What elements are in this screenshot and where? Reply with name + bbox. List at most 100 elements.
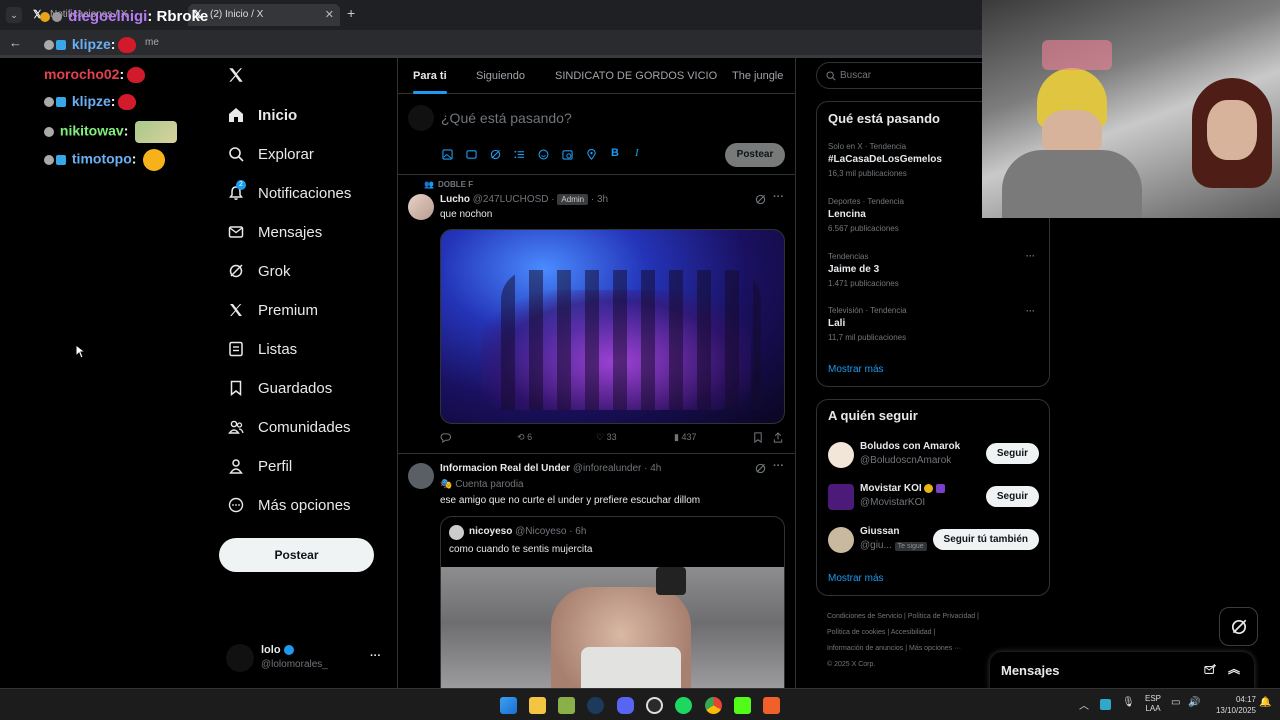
volume-icon[interactable]: 🔊 (1188, 697, 1200, 708)
reply-icon[interactable] (440, 432, 451, 443)
post-text: que nochon (440, 209, 493, 220)
schedule-icon[interactable] (562, 149, 573, 160)
author-name[interactable]: Informacion Real del Under (440, 463, 570, 474)
more-dots-icon[interactable]: ··· (1026, 306, 1035, 316)
location-icon[interactable] (586, 149, 597, 160)
nav-item-more[interactable]: Más opciones (228, 490, 398, 520)
tab-sindicato[interactable]: SINDICATO DE GORDOS VICIO (555, 58, 717, 94)
bold-icon[interactable]: B (611, 147, 619, 159)
like-button[interactable]: ♡ 33 (596, 432, 617, 443)
follow-button[interactable]: Seguir (985, 443, 1039, 464)
nav-item-notifications[interactable]: 2 Notificaciones (228, 178, 398, 208)
microphone-icon[interactable]: 🎙 (1122, 697, 1135, 708)
frog-emote-icon (135, 121, 178, 143)
grok-icon[interactable] (755, 463, 766, 474)
nav-item-bookmarks[interactable]: Guardados (228, 373, 398, 403)
poll-icon[interactable] (514, 149, 525, 160)
trend-item[interactable]: Tendencias Jaime de 3 1.471 publicacione… (828, 252, 1038, 288)
author-handle: @inforealunder (572, 463, 642, 474)
grok-icon[interactable] (755, 194, 766, 205)
tray-chevron-icon[interactable]: ︿ (1079, 697, 1089, 712)
compose-post-button[interactable]: Postear (725, 143, 785, 167)
language-indicator[interactable]: ESP LAA (1145, 694, 1161, 714)
bell-icon: 2 (228, 180, 246, 201)
post[interactable]: 👥 DOBLE F Lucho @247LUCHOSD · Admin · 3h … (398, 176, 795, 454)
network-icon[interactable]: ▭ (1171, 697, 1180, 708)
browser-tab-home[interactable]: 𝕏 (2) Inicio / X ✕ (188, 4, 340, 26)
feed-tabs: Para ti Siguiendo SINDICATO DE GORDOS VI… (397, 58, 796, 94)
tray-app-icon[interactable] (1100, 699, 1111, 710)
composer-toolbar: B I (442, 147, 662, 163)
nav-item-lists[interactable]: Listas (228, 334, 398, 364)
author-name[interactable]: Lucho (440, 194, 470, 205)
views-button[interactable]: ▮ 437 (674, 432, 697, 443)
more-dots-icon[interactable]: ··· (773, 191, 784, 203)
gif-icon[interactable] (466, 149, 477, 160)
quoted-image[interactable] (441, 567, 784, 688)
nav-item-home[interactable]: Inicio (228, 100, 398, 130)
nav-item-grok[interactable]: Grok (228, 256, 398, 286)
grok-floating-button[interactable] (1219, 607, 1258, 646)
account-switcher[interactable]: lolo @lolomorales_ ··· (226, 642, 386, 676)
nav-item-premium[interactable]: Premium (228, 295, 398, 325)
italic-icon[interactable]: I (635, 147, 639, 159)
chrome-icon[interactable] (705, 697, 722, 714)
tab-siguiendo[interactable]: Siguiendo (476, 58, 525, 94)
trends-title: Qué está pasando (828, 111, 940, 126)
bookmark-icon[interactable] (753, 432, 763, 443)
notification-center-icon[interactable]: 🔔 (1259, 697, 1271, 708)
windows-taskbar: ︿ 🎙 ESP LAA ▭ 🔊 04:17 13/10/2025 🔔 (0, 688, 1280, 720)
emoji-icon[interactable] (538, 149, 549, 160)
compose-input[interactable]: ¿Qué está pasando? (441, 110, 572, 126)
spotify-icon[interactable] (675, 697, 692, 714)
messages-drawer[interactable]: Mensajes ︽ (990, 652, 1254, 690)
start-button-icon[interactable] (500, 697, 517, 714)
x-icon (228, 302, 244, 318)
follow-button[interactable]: Seguir (985, 486, 1039, 507)
nav-item-profile[interactable]: Perfil (228, 451, 398, 481)
repost-button[interactable]: ⟲ 6 (517, 432, 532, 443)
trends-show-more-link[interactable]: Mostrar más (828, 364, 884, 375)
image-icon[interactable] (442, 149, 453, 160)
more-dots-icon[interactable]: ··· (1026, 251, 1035, 261)
grok-icon[interactable] (490, 149, 501, 160)
app-icon[interactable] (558, 697, 575, 714)
tab-list-dropdown[interactable]: ⌄ (6, 7, 22, 23)
avatar[interactable] (408, 463, 434, 489)
follow-show-more-link[interactable]: Mostrar más (828, 573, 884, 584)
discord-icon[interactable] (617, 697, 634, 714)
account-handle: @lolomorales_ (261, 659, 328, 670)
more-dots-icon[interactable]: ··· (773, 460, 784, 472)
kick-icon[interactable] (734, 697, 751, 714)
nav-item-communities[interactable]: Comunidades (228, 412, 398, 442)
share-icon[interactable] (773, 432, 783, 443)
brave-icon[interactable] (763, 697, 780, 714)
x-logo-icon[interactable] (227, 66, 245, 84)
back-arrow-icon[interactable]: ← (9, 35, 22, 50)
follow-back-button[interactable]: Seguir tú también (932, 529, 1039, 550)
post-button[interactable]: Postear (219, 538, 374, 572)
close-tab-icon[interactable]: ✕ (325, 4, 334, 26)
nav-item-messages[interactable]: Mensajes (228, 217, 398, 247)
new-tab-button[interactable]: + (347, 5, 355, 21)
list-icon (228, 341, 244, 357)
messages-drawer-title: Mensajes (1001, 663, 1060, 678)
tab-para-ti[interactable]: Para ti (413, 58, 447, 94)
quoted-post[interactable]: nicoyeso @Nicoyeso · 6h como cuando te s… (440, 516, 785, 688)
obs-icon[interactable] (646, 697, 663, 714)
new-message-icon[interactable] (1204, 664, 1216, 676)
search-input[interactable]: Buscar (816, 62, 996, 89)
who-to-follow-panel: A quién seguir Boludos con Amarok @Bolud… (816, 399, 1050, 596)
more-dots-icon[interactable]: ··· (370, 650, 381, 662)
views-icon: ▮ (674, 432, 679, 442)
post-image[interactable] (440, 229, 785, 424)
expand-chevron-icon[interactable]: ︽ (1228, 660, 1240, 677)
nav-item-explore[interactable]: Explorar (228, 139, 398, 169)
tab-the-jungle[interactable]: The jungle (732, 58, 783, 94)
trend-item[interactable]: Televisión · Tendencia Lali 11,7 mil pub… (828, 306, 1038, 342)
file-explorer-icon[interactable] (529, 697, 546, 714)
avatar[interactable] (408, 194, 434, 220)
clock[interactable]: 04:17 13/10/2025 (1206, 694, 1256, 716)
post[interactable]: Informacion Real del Under @inforealunde… (398, 455, 795, 688)
steam-icon[interactable] (587, 697, 604, 714)
